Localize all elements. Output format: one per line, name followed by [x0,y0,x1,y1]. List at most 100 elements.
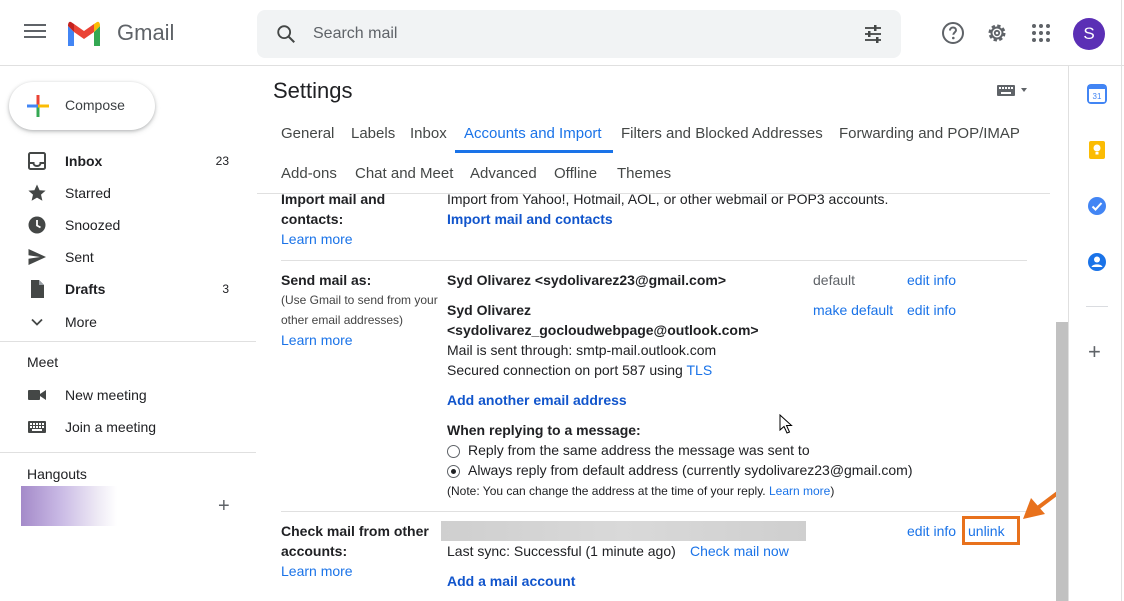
search-input[interactable] [313,10,813,58]
nav-item-join-meeting[interactable]: Join a meeting [0,411,256,443]
check-mail-learn-more-link[interactable]: Learn more [281,563,353,579]
nav-item-sent[interactable]: Sent [0,241,256,273]
primary-edit-info-link[interactable]: edit info [907,272,956,288]
reply-note-end: ) [830,484,835,498]
reply-note: (Note: You can change the address at the… [447,484,834,498]
svg-text:31: 31 [1093,92,1102,101]
add-email-address-link[interactable]: Add another email address [447,392,627,408]
secured-connection-text: Secured connection on port 587 using TLS [447,362,712,378]
nav-item-more[interactable]: More [0,306,256,338]
tls-link[interactable]: TLS [686,362,712,378]
tab-chat-and-meet[interactable]: Chat and Meet [355,165,453,182]
compose-button[interactable]: Compose [9,82,155,130]
redacted-account-address [441,521,806,541]
tab-offline[interactable]: Offline [554,165,597,182]
secondary-name: Syd Olivarez [447,302,532,318]
gmail-wordmark: Gmail [117,20,175,45]
secondary-edit-info-link[interactable]: edit info [907,302,956,318]
add-mail-account-link[interactable]: Add a mail account [447,573,575,589]
reply-same-address-label[interactable]: Reply from the same address the message … [468,442,810,458]
search-options-icon[interactable] [863,24,883,44]
send-as-label: Send mail as: [281,272,372,288]
reply-same-address-radio[interactable] [447,445,460,458]
reply-default-address-radio[interactable] [447,465,460,478]
input-tools-icon[interactable] [996,84,1030,98]
send-as-description: (Use Gmail to send from your other email… [281,290,438,330]
search-bar[interactable] [257,10,901,58]
send-as-desc-line1: (Use Gmail to send from your [281,293,438,307]
compose-plus-icon [27,95,49,117]
keep-icon[interactable] [1087,140,1107,160]
nav-item-label: Snoozed [65,217,121,233]
tab-inbox[interactable]: Inbox [410,125,447,142]
keyboard-icon [28,421,46,433]
page-title: Settings [273,78,353,103]
tab-themes[interactable]: Themes [617,165,671,182]
main-menu-button[interactable] [24,24,46,42]
gear-icon[interactable] [985,21,1009,45]
add-hangout-icon[interactable]: + [218,495,230,518]
reply-settings-title: When replying to a message: [447,422,641,438]
nav-item-label: More [65,314,97,330]
nav-item-label: Join a meeting [65,419,157,435]
account-avatar[interactable]: S [1073,18,1105,50]
nav-item-snoozed[interactable]: Snoozed [0,209,256,241]
section-divider [281,511,1027,512]
account-edit-info-link[interactable]: edit info [907,523,956,539]
make-default-link[interactable]: make default [813,302,893,318]
side-panel-divider [1086,306,1108,307]
tab-advanced[interactable]: Advanced [470,165,537,182]
check-mail-label-line1: Check mail from other [281,523,429,539]
compose-label: Compose [65,97,125,113]
send-as-learn-more-link[interactable]: Learn more [281,332,353,348]
reply-note-learn-more-link[interactable]: Learn more [769,484,830,498]
nav-item-label: New meeting [65,387,147,403]
unlink-highlight-box [962,516,1020,545]
contacts-icon[interactable] [1087,252,1107,272]
active-tab-indicator [455,150,613,153]
gmail-logo-icon[interactable] [66,20,102,48]
tab-add-ons[interactable]: Add-ons [281,165,337,182]
section-divider [281,260,1027,261]
check-mail-now-link[interactable]: Check mail now [690,543,789,559]
calendar-icon[interactable]: 31 [1087,84,1107,104]
nav-item-label: Sent [65,249,94,265]
side-panel: 31 + [1068,66,1124,601]
draft-count: 3 [222,282,229,296]
check-mail-label-line2: accounts: [281,543,348,559]
search-icon[interactable] [275,23,297,45]
tasks-icon[interactable] [1087,196,1107,216]
import-mail-link[interactable]: Import mail and contacts [447,211,613,227]
reply-default-address-label[interactable]: Always reply from default address (curre… [468,462,912,478]
main-scrollbar[interactable] [1056,322,1068,601]
nav-divider [0,452,256,453]
smtp-server-text: Mail is sent through: smtp-mail.outlook.… [447,342,717,358]
secondary-email: <sydolivarez_gocloudwebpage@outlook.com> [447,322,759,338]
check-mail-label: Check mail from other accounts: [281,521,429,561]
tab-labels[interactable]: Labels [351,125,395,142]
hangouts-user-avatar[interactable] [21,486,117,526]
import-label-line2: contacts: [281,211,344,227]
tab-filters[interactable]: Filters and Blocked Addresses [621,125,823,142]
get-add-ons-icon[interactable]: + [1088,339,1101,365]
nav-item-drafts[interactable]: Drafts 3 [0,273,256,305]
meet-section-title: Meet [27,354,59,370]
reply-note-text: (Note: You can change the address at the… [447,484,766,498]
nav-item-new-meeting[interactable]: New meeting [0,379,256,411]
tab-accounts-and-import[interactable]: Accounts and Import [464,125,602,142]
tab-general[interactable]: General [281,125,334,142]
send-icon [28,249,46,265]
nav-item-inbox[interactable]: Inbox 23 [0,145,256,177]
tab-forwarding[interactable]: Forwarding and POP/IMAP [839,125,1020,142]
unread-count: 23 [215,154,229,168]
import-label-line1: Import mail and [281,191,386,207]
apps-grid-icon[interactable] [1029,21,1053,45]
nav-item-starred[interactable]: Starred [0,177,256,209]
help-icon[interactable] [941,21,965,45]
secured-text: Secured connection on port 587 using [447,362,683,378]
video-icon [28,390,46,400]
inbox-icon [28,152,46,170]
import-description: Import from Yahoo!, Hotmail, AOL, or oth… [447,191,889,207]
hangouts-section-title: Hangouts [27,466,87,482]
import-learn-more-link[interactable]: Learn more [281,231,353,247]
